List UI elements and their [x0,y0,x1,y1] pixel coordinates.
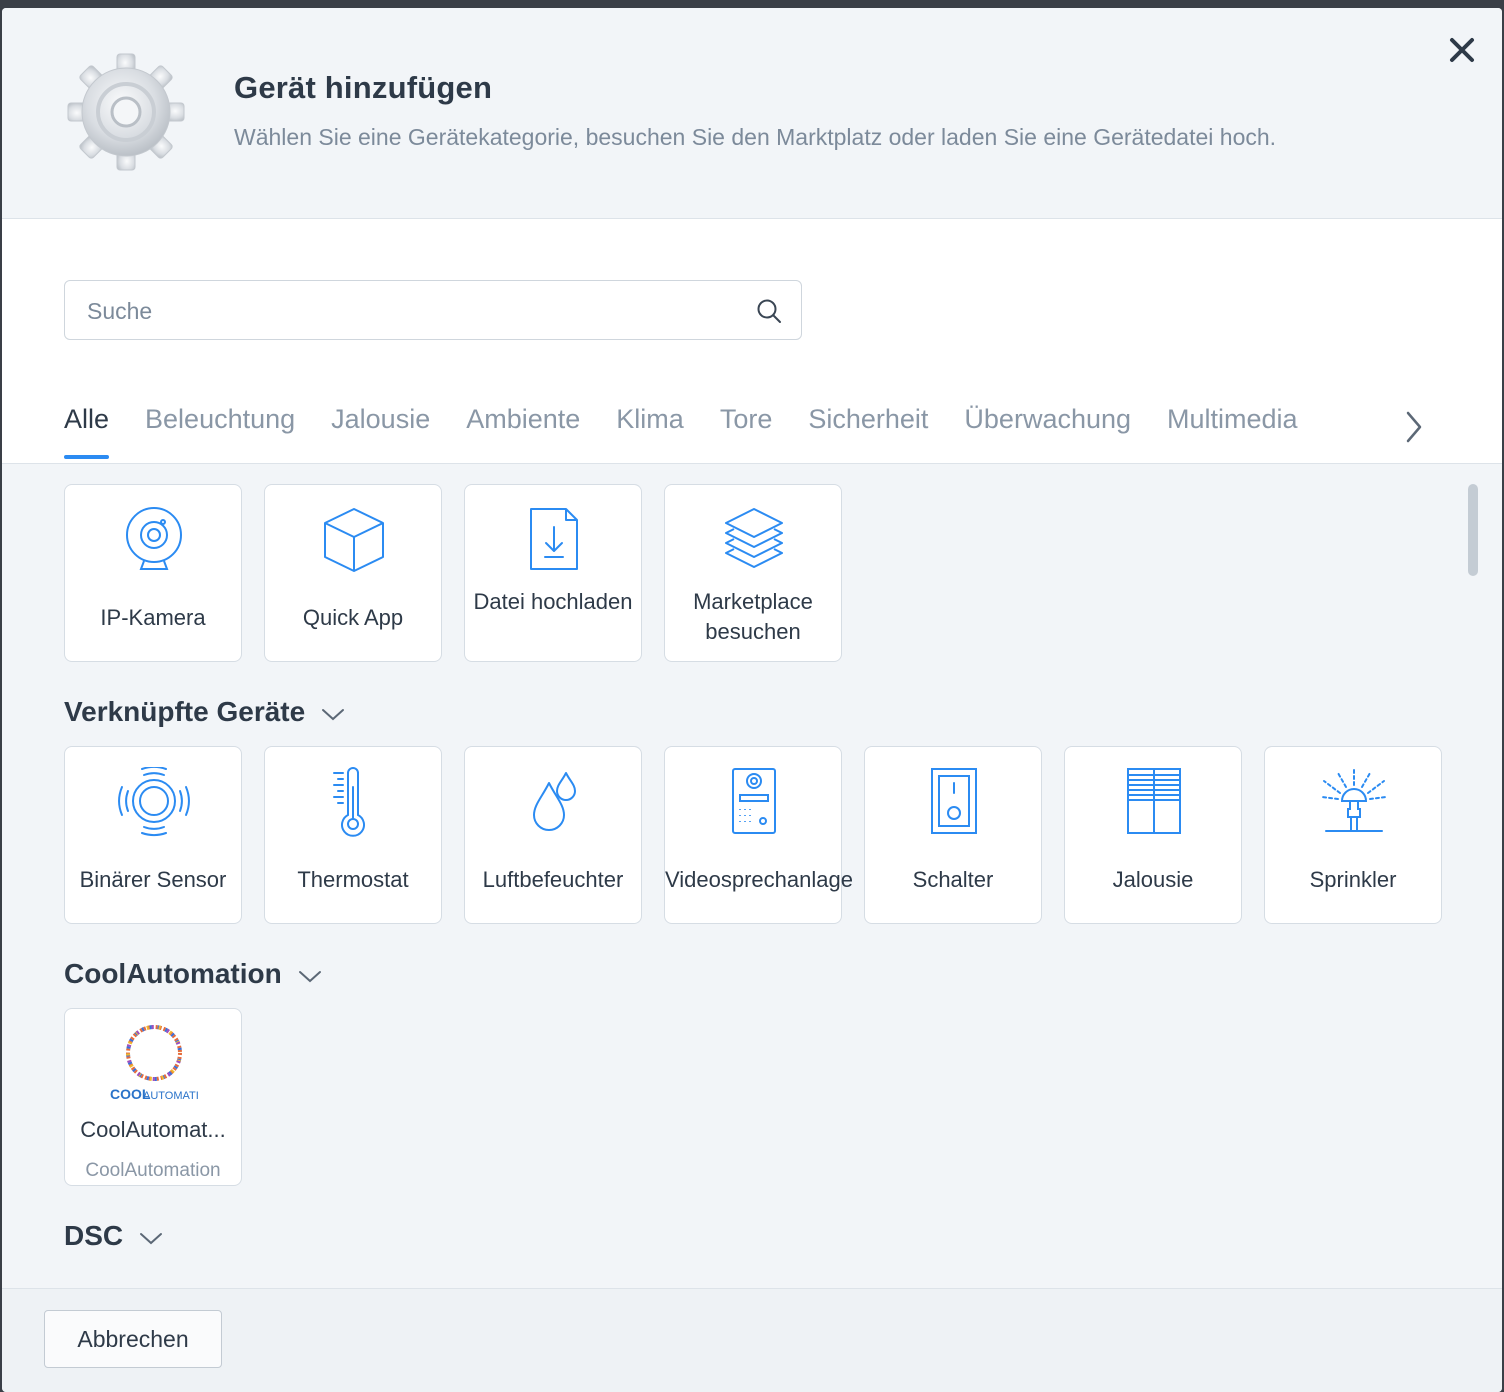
card-upload-file[interactable]: Datei hochladen [464,484,642,662]
intercom-icon [732,768,776,834]
card-label: Marketplace besuchen [693,589,813,644]
card-label: CoolAutomat... [80,1117,226,1142]
section-title: Verknüpfte Geräte [64,696,306,727]
add-device-dialog: Gerät hinzufügen Wählen Sie eine Gerätek… [2,8,1502,1392]
card-binary-sensor[interactable]: Binärer Sensor [64,746,242,924]
category-tabs: Alle Beleuchtung Jalousie Ambiente Klima Tore… [64,389,1394,463]
search-input[interactable] [85,281,749,341]
chevron-down-icon[interactable] [137,1228,165,1248]
card-label: Binärer Sensor [79,867,227,892]
tab-beleuchtung[interactable]: Beleuchtung [145,389,295,459]
card-thermostat[interactable]: Thermostat [264,746,442,924]
cube-icon [324,508,384,572]
tab-multimedia[interactable]: Multimedia [1167,389,1298,459]
section-title: CoolAutomation [64,958,282,989]
card-switch[interactable]: Schalter [864,746,1042,924]
section-header-dsc[interactable]: DSC [64,1220,165,1252]
section-header-coolautomation[interactable]: CoolAutomation [64,958,324,990]
scrollbar-thumb[interactable] [1468,484,1478,576]
dialog-title: Gerät hinzufügen [234,70,493,105]
cancel-button[interactable]: Abbrechen [44,1310,222,1368]
card-label: Sprinkler [1309,867,1397,892]
card-label: Videosprechanlage [665,867,853,892]
coolautomation-logo: COOL AUTOMATION [110,1025,199,1102]
card-sprinkler[interactable]: Sprinkler [1264,746,1442,924]
search-icon[interactable] [755,297,783,325]
card-label: Datei hochladen [473,589,633,614]
dialog-footer: Abbrechen [2,1288,1502,1392]
filter-area: Alle Beleuchtung Jalousie Ambiente Klima Tore… [2,219,1502,464]
binary-sensor-icon [118,767,190,836]
card-marketplace[interactable]: Marketplace besuchen [664,484,842,662]
file-download-icon [530,508,578,570]
search-box [64,280,802,341]
tab-sicherheit[interactable]: Sicherheit [808,389,928,459]
layers-icon [725,508,783,568]
gear-icon [67,53,185,171]
card-video-intercom[interactable]: Videosprechanlage [664,746,853,924]
sprinkler-icon [1321,768,1387,832]
chevron-down-icon[interactable] [319,704,347,724]
device-list: IP-Kamera Quick App Datei hochladen Mark… [2,464,1502,1288]
card-ip-camera[interactable]: IP-Kamera [64,484,242,662]
card-label: Thermostat [297,867,409,892]
card-sublabel: CoolAutomation [85,1160,221,1181]
card-quick-app[interactable]: Quick App [264,484,442,662]
camera-icon [126,507,182,570]
tab-ueberwachung[interactable]: Überwachung [964,389,1131,459]
logo-text-automation: AUTOMATION [143,1090,199,1102]
section-header-linked-devices[interactable]: Verknüpfte Geräte [64,696,347,728]
card-label: IP-Kamera [100,605,206,630]
chevron-right-icon[interactable] [1398,405,1428,449]
card-label: Schalter [912,867,994,892]
section-title: DSC [64,1220,124,1251]
tab-tore[interactable]: Tore [720,389,773,459]
thermometer-icon [333,767,365,837]
card-humidifier[interactable]: Luftbefeuchter [464,746,642,924]
tab-klima[interactable]: Klima [616,389,684,459]
close-icon[interactable] [1442,30,1482,70]
card-label: Jalousie [1112,867,1194,892]
switch-icon [931,768,977,834]
water-drops-icon [533,772,576,831]
chevron-down-icon[interactable] [296,966,324,986]
tab-alle[interactable]: Alle [64,389,110,459]
tab-jalousie[interactable]: Jalousie [331,389,430,459]
card-label: Luftbefeuchter [482,867,624,892]
card-coolautomation[interactable]: COOL AUTOMATION CoolAutomat... CoolAutom… [64,1008,242,1186]
scrollbar[interactable] [1468,484,1478,1268]
dialog-subtitle: Wählen Sie eine Gerätekategorie, besuche… [234,124,1277,150]
card-blinds[interactable]: Jalousie [1064,746,1242,924]
tab-ambiente[interactable]: Ambiente [466,389,580,459]
card-label: Quick App [302,605,404,630]
blinds-icon [1127,768,1181,834]
dialog-header: Gerät hinzufügen Wählen Sie eine Gerätek… [2,8,1502,219]
